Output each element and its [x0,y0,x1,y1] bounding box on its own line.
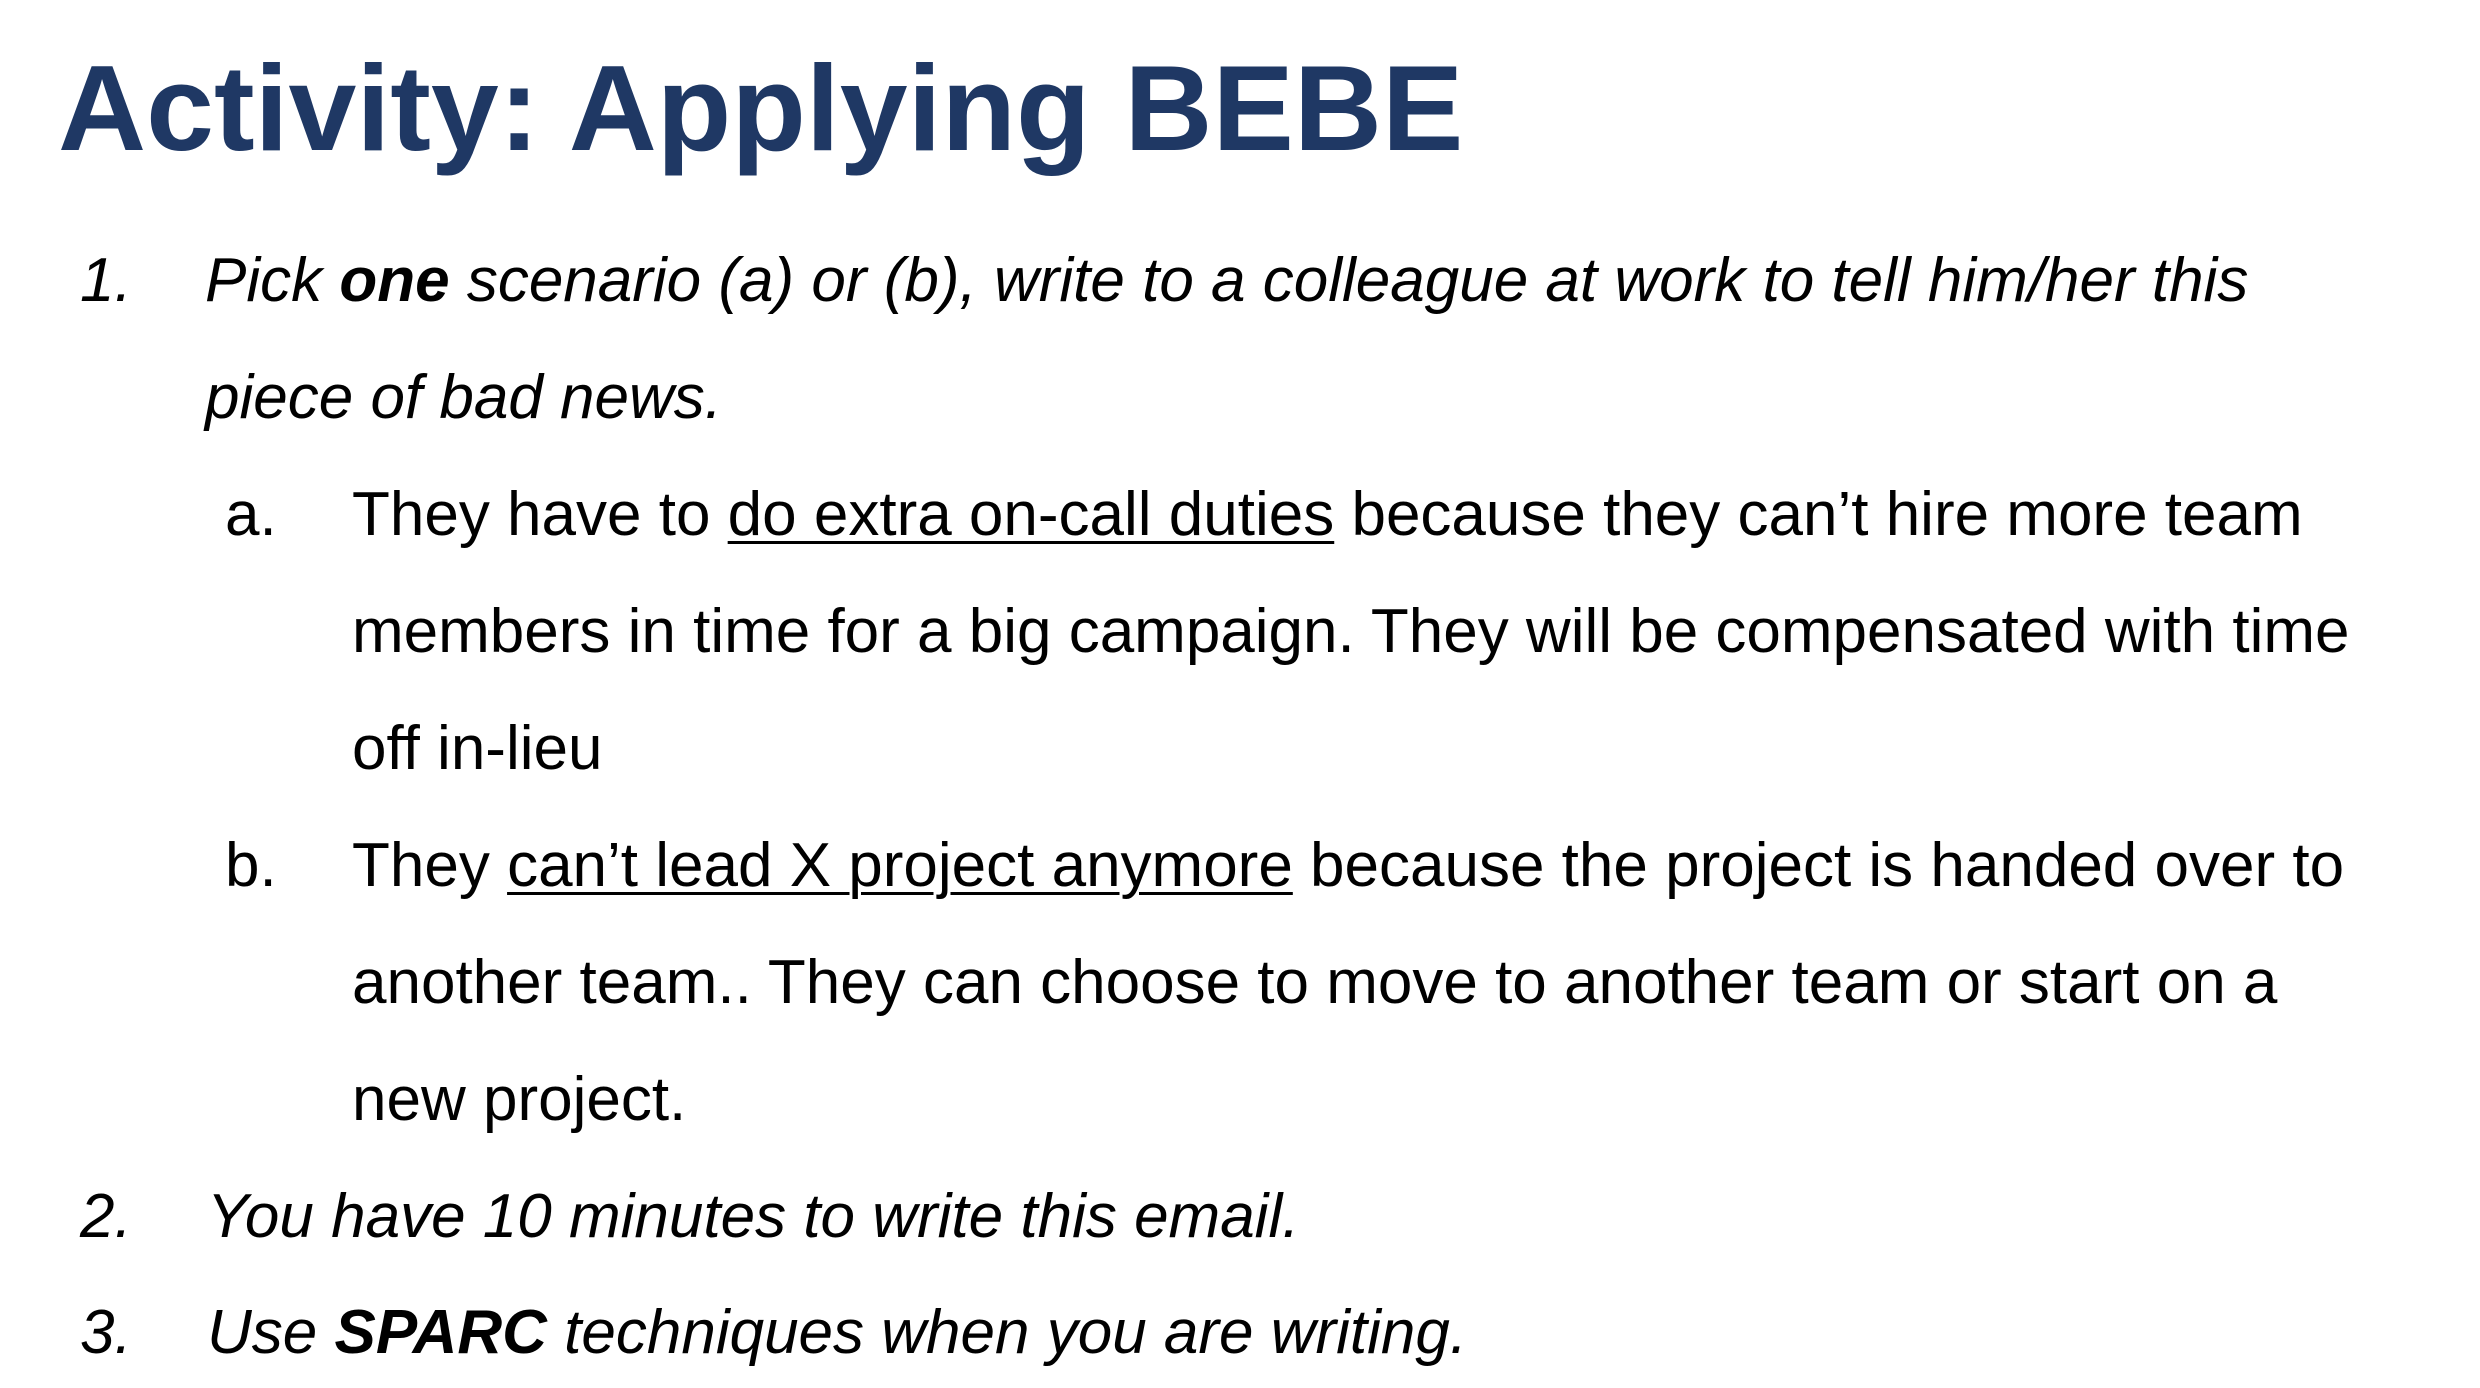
item-1-line-2: piece of bad news. [205,363,723,432]
sub-item-b-text-pre: They [352,831,508,900]
sub-item-a-text-pre: They have to [352,480,728,549]
sub-item-b-line-3: new project. [352,1065,687,1134]
slide: Activity: Applying BEBE 1. Pick one scen… [0,0,2480,1388]
item-1-number: 1. [80,246,132,315]
sub-item-a-line-1: They have to do extra on-call duties bec… [352,456,2303,573]
sub-item-b-text-post: because the project is handed over to [1292,831,2345,900]
item-1-text-post: scenario (a) or (b), write to a colleagu… [449,246,2249,315]
item-3-text-pre: Use [207,1298,335,1367]
sub-item-a-line-2: members in time for a big campaign. They… [352,597,2350,666]
item-3-line-1: Use SPARC techniques when you are writin… [207,1274,1467,1388]
sub-item-b-line-1: They can’t lead X project anymore becaus… [352,807,2344,924]
item-2-number: 2. [80,1182,132,1251]
sub-item-a-letter: a. [225,480,277,549]
slide-title: Activity: Applying BEBE [58,40,1464,176]
sub-item-b-line-2: another team.. They can choose to move t… [352,948,2278,1017]
sub-item-b-letter: b. [225,831,277,900]
item-1-text-pre: Pick [205,246,340,315]
item-2-text: You have 10 minutes to write this email. [207,1182,1300,1251]
sub-item-b-underlined: can’t lead X project anymore [507,831,1293,900]
item-3-text-bold: SPARC [334,1298,547,1367]
sub-item-a-text-post: because they can’t hire more team [1334,480,2303,549]
item-3-number: 3. [80,1298,132,1367]
item-3-text-post: techniques when you are writing. [546,1298,1468,1367]
sub-item-a-underlined: do extra on-call duties [727,480,1335,549]
item-1-line-1: Pick one scenario (a) or (b), write to a… [205,222,2248,339]
item-1-text-bold: one [339,246,450,315]
sub-item-a-line-3: off in-lieu [352,714,603,783]
